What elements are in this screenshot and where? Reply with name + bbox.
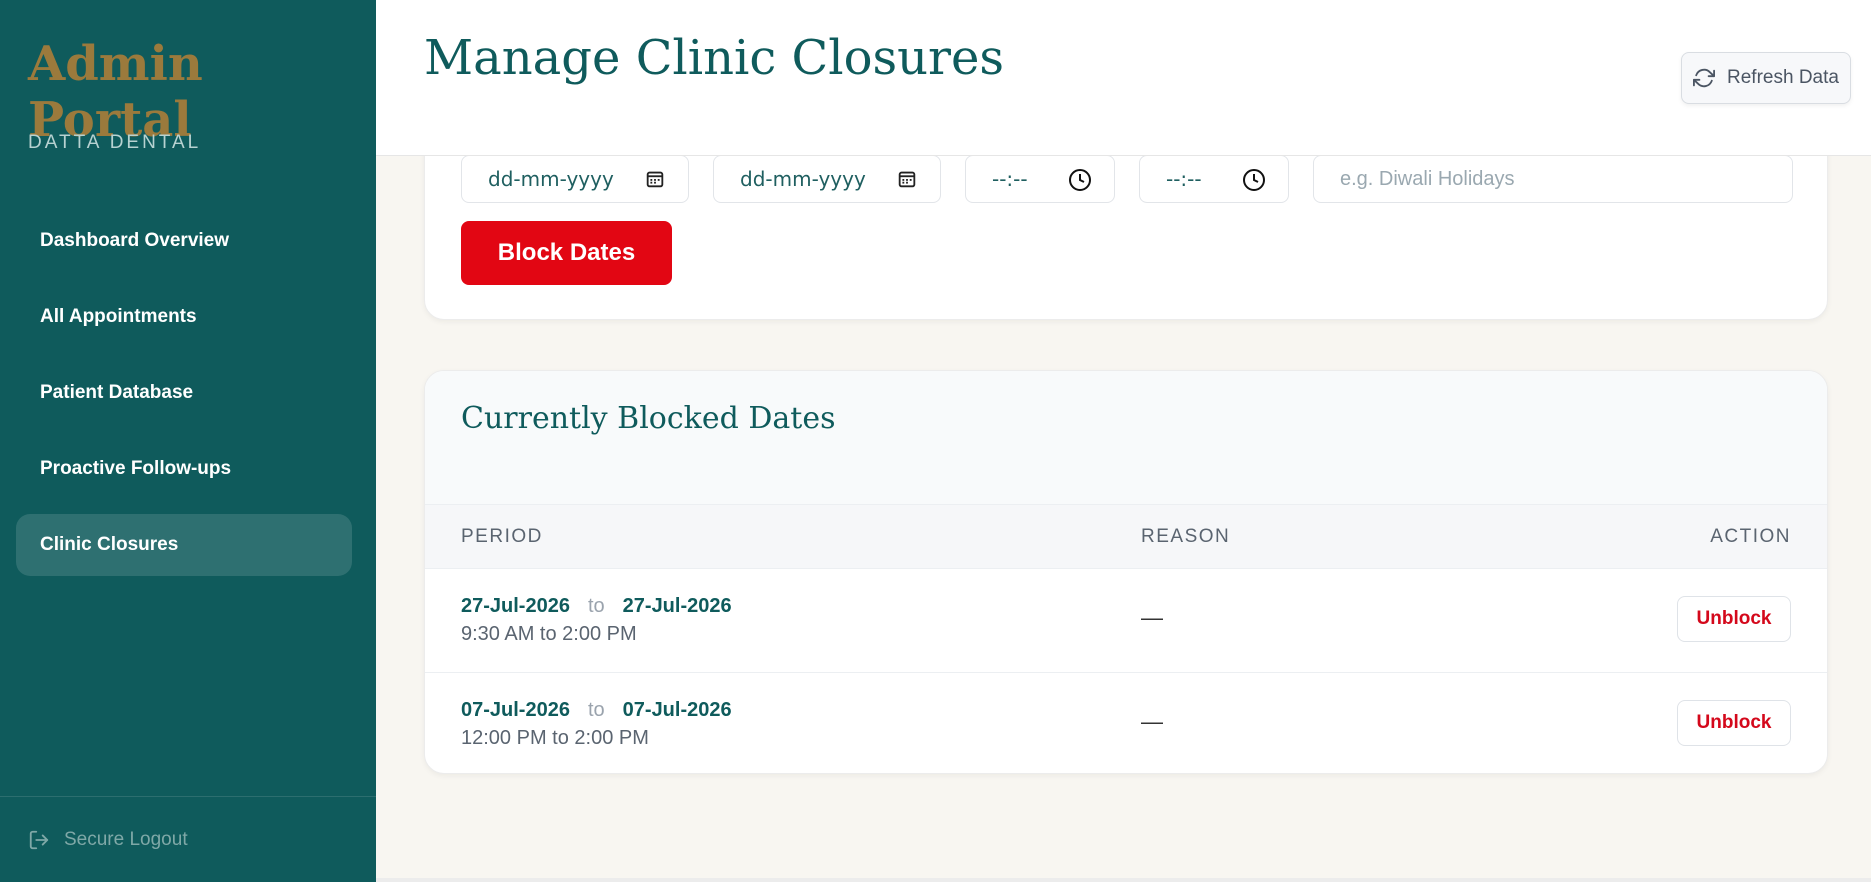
block-dates-button[interactable]: Block Dates [461, 221, 672, 285]
sidebar-item-label: Patient Database [40, 382, 194, 403]
period-to-word: to [587, 595, 605, 617]
period-from: 07-Jul-2026 [461, 699, 570, 721]
logout-label: Secure Logout [64, 828, 188, 850]
bottom-divider [376, 878, 1871, 882]
reason-value: — [1141, 605, 1163, 630]
clock-icon[interactable] [1242, 168, 1266, 192]
page-title: Manage Clinic Closures [424, 30, 1005, 86]
start-date-placeholder: dd-mm-yyyy [488, 167, 614, 191]
sidebar-item-label: Proactive Follow-ups [40, 458, 232, 479]
main-content: Manage Clinic Closures Refresh Data dd-m… [376, 0, 1871, 882]
sidebar-item-all-appointments[interactable]: All Appointments [16, 286, 352, 348]
unblock-button[interactable]: Unblock [1677, 596, 1791, 642]
brand-subtitle: DATTA DENTAL [28, 132, 202, 153]
reason-value: — [1141, 709, 1163, 734]
sidebar-item-proactive-follow-ups[interactable]: Proactive Follow-ups [16, 438, 352, 500]
blocked-dates-title: Currently Blocked Dates [461, 401, 836, 436]
sidebar-item-label: Dashboard Overview [40, 230, 230, 251]
period-from: 27-Jul-2026 [461, 595, 570, 617]
column-header-reason: REASON [1141, 526, 1231, 547]
calendar-icon[interactable] [896, 168, 918, 190]
period-dates: 27-Jul-2026 to 27-Jul-2026 [461, 595, 732, 618]
page-header: Manage Clinic Closures Refresh Data [376, 0, 1871, 156]
table-row: 07-Jul-2026 to 07-Jul-2026 12:00 PM to 2:0… [425, 673, 1827, 773]
calendar-icon[interactable] [644, 168, 666, 190]
sidebar-item-patient-database[interactable]: Patient Database [16, 362, 352, 424]
reason-placeholder: e.g. Diwali Holidays [1340, 167, 1515, 190]
period-to-word: to [587, 699, 605, 721]
period-to: 27-Jul-2026 [622, 595, 732, 617]
period-to: 07-Jul-2026 [622, 699, 732, 721]
sidebar-item-label: All Appointments [40, 306, 197, 327]
sidebar-nav: Dashboard Overview All Appointments Pati… [16, 210, 352, 590]
sidebar-item-label: Clinic Closures [40, 534, 179, 555]
period-times: 12:00 PM to 2:00 PM [461, 727, 649, 749]
logout-button[interactable]: Secure Logout [0, 796, 376, 882]
blocked-dates-header: Currently Blocked Dates [425, 371, 1827, 505]
refresh-label: Refresh Data [1727, 67, 1839, 88]
end-time-input[interactable]: --:-- [1139, 155, 1289, 203]
period-times: 9:30 AM to 2:00 PM [461, 623, 637, 645]
reason-input[interactable]: e.g. Diwali Holidays [1313, 155, 1793, 203]
sidebar-item-dashboard-overview[interactable]: Dashboard Overview [16, 210, 352, 272]
start-time-input[interactable]: --:-- [965, 155, 1115, 203]
end-date-input[interactable]: dd-mm-yyyy [713, 155, 941, 203]
column-header-action: ACTION [1710, 526, 1791, 547]
logout-icon [29, 830, 49, 849]
refresh-icon [1693, 68, 1716, 88]
sidebar-item-clinic-closures[interactable]: Clinic Closures [16, 514, 352, 576]
sidebar: Admin Portal DATTA DENTAL Dashboard Over… [0, 0, 376, 882]
table-header: PERIOD REASON ACTION [425, 505, 1827, 569]
unblock-button[interactable]: Unblock [1677, 700, 1791, 746]
refresh-data-button[interactable]: Refresh Data [1681, 52, 1851, 104]
start-date-input[interactable]: dd-mm-yyyy [461, 155, 689, 203]
clock-icon[interactable] [1068, 168, 1092, 192]
period-dates: 07-Jul-2026 to 07-Jul-2026 [461, 699, 732, 722]
end-time-placeholder: --:-- [1166, 167, 1202, 191]
start-time-placeholder: --:-- [992, 167, 1028, 191]
end-date-placeholder: dd-mm-yyyy [740, 167, 866, 191]
table-row: 27-Jul-2026 to 27-Jul-2026 9:30 AM to 2:00… [425, 569, 1827, 673]
blocked-dates-card: Currently Blocked Dates PERIOD REASON AC… [424, 370, 1828, 774]
column-header-period: PERIOD [461, 526, 543, 547]
